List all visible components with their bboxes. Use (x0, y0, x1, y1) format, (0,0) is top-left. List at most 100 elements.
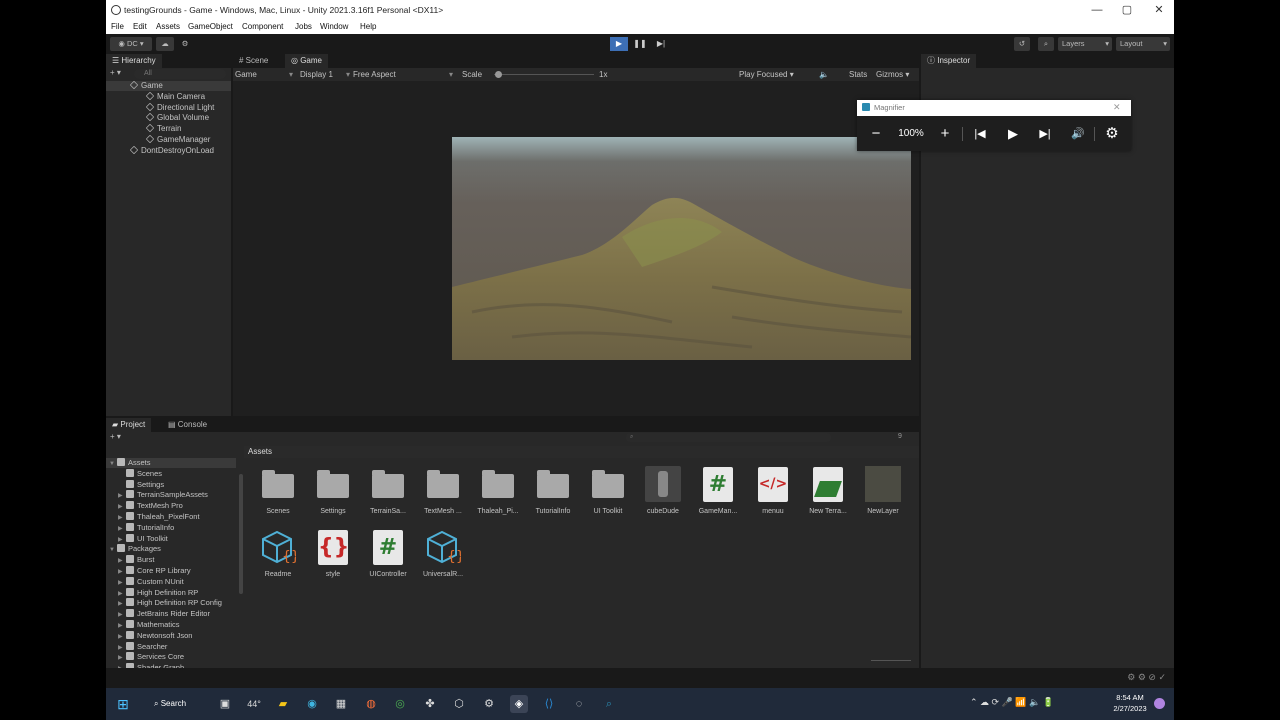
game-viewport[interactable] (233, 81, 919, 416)
tree-item[interactable]: ▶ Thaleah_PixelFont (106, 512, 236, 522)
file-explorer-icon[interactable]: ▰ (274, 695, 292, 713)
asset-uss[interactable]: {} style (307, 529, 359, 578)
zoom-out-button[interactable]: − (866, 125, 886, 143)
tree-item[interactable]: ▼ Packages (106, 544, 236, 554)
menu-component[interactable]: Component (242, 22, 283, 31)
account-dropdown[interactable]: ◉ DC ▾ (110, 37, 152, 51)
tree-arrow-icon[interactable]: ▶ (118, 653, 126, 662)
settings-gear-icon[interactable]: ⚙ (1102, 125, 1122, 143)
taskbar-search[interactable]: ⌕ Search (144, 694, 200, 714)
tree-item[interactable]: ▶ Searcher (106, 641, 236, 652)
asset-folder[interactable]: Settings (307, 466, 359, 515)
cloud-icon[interactable]: ☁ (156, 37, 174, 51)
task-view-icon[interactable]: ▣ (216, 695, 234, 713)
asset-folder[interactable]: UI Toolkit (582, 466, 634, 515)
tree-arrow-icon[interactable]: ▶ (118, 643, 126, 652)
tree-arrow-icon[interactable]: ▶ (118, 567, 126, 576)
asset-folder[interactable]: TerrainSa... (362, 466, 414, 515)
notifications-icon[interactable] (1154, 698, 1165, 709)
zoom-in-button[interactable]: + (935, 125, 955, 143)
tab-console[interactable]: ▤ Console (162, 418, 213, 432)
play-icon[interactable]: ▶ (1003, 125, 1023, 143)
scale-slider-thumb[interactable] (495, 71, 502, 78)
tree-item[interactable]: ▶ High Definition RP Config (106, 598, 236, 608)
play-button[interactable]: ▶ (610, 37, 628, 51)
tree-arrow-icon[interactable]: ▼ (109, 459, 117, 468)
asset-layer[interactable]: NewLayer (857, 466, 909, 515)
tab-game[interactable]: ◎ Game (285, 54, 328, 68)
asset-readme[interactable]: {} Readme (252, 529, 304, 578)
project-create-button[interactable]: + ▾ (110, 432, 130, 444)
play-focused-dropdown[interactable]: Play Focused ▾ (739, 68, 794, 81)
asset-folder[interactable]: TutorialInfo (527, 466, 579, 515)
collab-icon[interactable]: ⚙ (178, 37, 192, 51)
tree-item[interactable]: ▶ Core RP Library (106, 566, 236, 576)
menu-assets[interactable]: Assets (156, 22, 180, 31)
asset-terrain[interactable]: New Terra... (802, 466, 854, 515)
asset-cs[interactable]: # GameMan... (692, 466, 744, 515)
firefox-icon[interactable]: ◍ (362, 695, 380, 713)
search-icon[interactable]: ⌕ (1038, 37, 1054, 51)
settings-icon[interactable]: ⚙ (480, 695, 498, 713)
hierarchy-item-directional-light[interactable]: Directional Light (145, 102, 214, 113)
tree-arrow-icon[interactable]: ▶ (118, 599, 126, 608)
tree-item[interactable]: ▶ Newtonsoft Json (106, 630, 236, 641)
tree-arrow-icon[interactable]: ▶ (118, 632, 126, 641)
vscode-icon[interactable]: ⟨⟩ (540, 695, 558, 713)
clock[interactable]: 8:54 AM 2/27/2023 (1108, 692, 1152, 714)
project-search-input[interactable]: ⌕ (626, 433, 831, 442)
chrome-icon[interactable]: ◎ (391, 695, 409, 713)
tab-scene[interactable]: # Scene (233, 54, 274, 68)
mute-audio-icon[interactable]: 🔈 (819, 68, 829, 81)
tree-arrow-icon[interactable]: ▶ (118, 513, 126, 522)
weather-widget[interactable]: 44° (245, 695, 263, 713)
tree-item[interactable]: ▶ Custom NUnit (106, 576, 236, 587)
asset-cs[interactable]: # UIController (362, 529, 414, 578)
tree-arrow-icon[interactable]: ▼ (109, 545, 117, 554)
menu-gameobject[interactable]: GameObject (188, 22, 233, 31)
gizmos-dropdown[interactable]: Gizmos ▾ (876, 68, 909, 81)
tree-item[interactable]: Scenes (106, 468, 236, 479)
tree-arrow-icon[interactable]: ▶ (118, 556, 126, 565)
tree-item[interactable]: ▶ TutorialInfo (106, 522, 236, 533)
menu-edit[interactable]: Edit (133, 22, 147, 31)
tree-arrow-icon[interactable]: ▶ (118, 578, 126, 587)
tree-item[interactable]: ▶ JetBrains Rider Editor (106, 609, 236, 619)
hierarchy-item-gamemanager[interactable]: GameManager (145, 134, 210, 145)
tree-item[interactable]: ▶ Mathematics (106, 620, 236, 630)
asset-folder[interactable]: Scenes (252, 466, 304, 515)
start-button[interactable]: ⊞ (114, 695, 132, 713)
layers-dropdown[interactable]: Layers ▾ (1058, 37, 1112, 51)
scene-item-game[interactable]: Game (106, 80, 231, 91)
tab-hierarchy[interactable]: ☰ Hierarchy (106, 54, 162, 68)
hierarchy-item-terrain[interactable]: Terrain (145, 123, 181, 134)
scale-slider[interactable] (494, 74, 594, 75)
tree-item[interactable]: ▶ High Definition RP (106, 587, 236, 598)
magnifier-close-button[interactable]: ✕ (1113, 102, 1121, 113)
asset-model[interactable]: cubeDude (637, 466, 689, 515)
tree-item[interactable]: ▼ Assets (106, 458, 236, 468)
tree-arrow-icon[interactable]: ▶ (118, 589, 126, 598)
hierarchy-item-global-volume[interactable]: Global Volume (145, 112, 209, 123)
layout-dropdown[interactable]: Layout ▾ (1116, 37, 1170, 51)
icon-size-slider[interactable] (871, 660, 911, 661)
game-mode-dropdown[interactable]: Game (235, 68, 257, 81)
unity-editor-icon[interactable]: ◈ (510, 695, 528, 713)
tree-arrow-icon[interactable]: ▶ (118, 524, 126, 533)
edge-icon[interactable]: ◉ (303, 695, 321, 713)
step-button[interactable]: ▶| (652, 37, 670, 51)
tab-project[interactable]: ▰ Project (106, 418, 152, 432)
stats-button[interactable]: Stats (849, 68, 867, 81)
menu-help[interactable]: Help (360, 22, 376, 31)
aspect-dropdown[interactable]: Free Aspect (353, 68, 396, 81)
create-button[interactable]: + ▾ (110, 68, 130, 80)
hierarchy-item-main-camera[interactable]: Main Camera (145, 91, 205, 102)
unity-hub-icon[interactable]: ⬡ (450, 695, 468, 713)
tree-arrow-icon[interactable]: ▶ (118, 535, 126, 544)
asset-readme[interactable]: {} UniversalR... (417, 529, 469, 578)
display-dropdown[interactable]: Display 1 (300, 68, 333, 81)
github-desktop-icon[interactable]: ◌ (570, 695, 588, 713)
tray-icons[interactable]: ⌃ ☁ ⟳ 🎤 📶 🔈 🔋 (970, 697, 1054, 708)
history-icon[interactable]: ↺ (1014, 37, 1030, 51)
maximize-button[interactable]: ▢ (1112, 2, 1142, 18)
